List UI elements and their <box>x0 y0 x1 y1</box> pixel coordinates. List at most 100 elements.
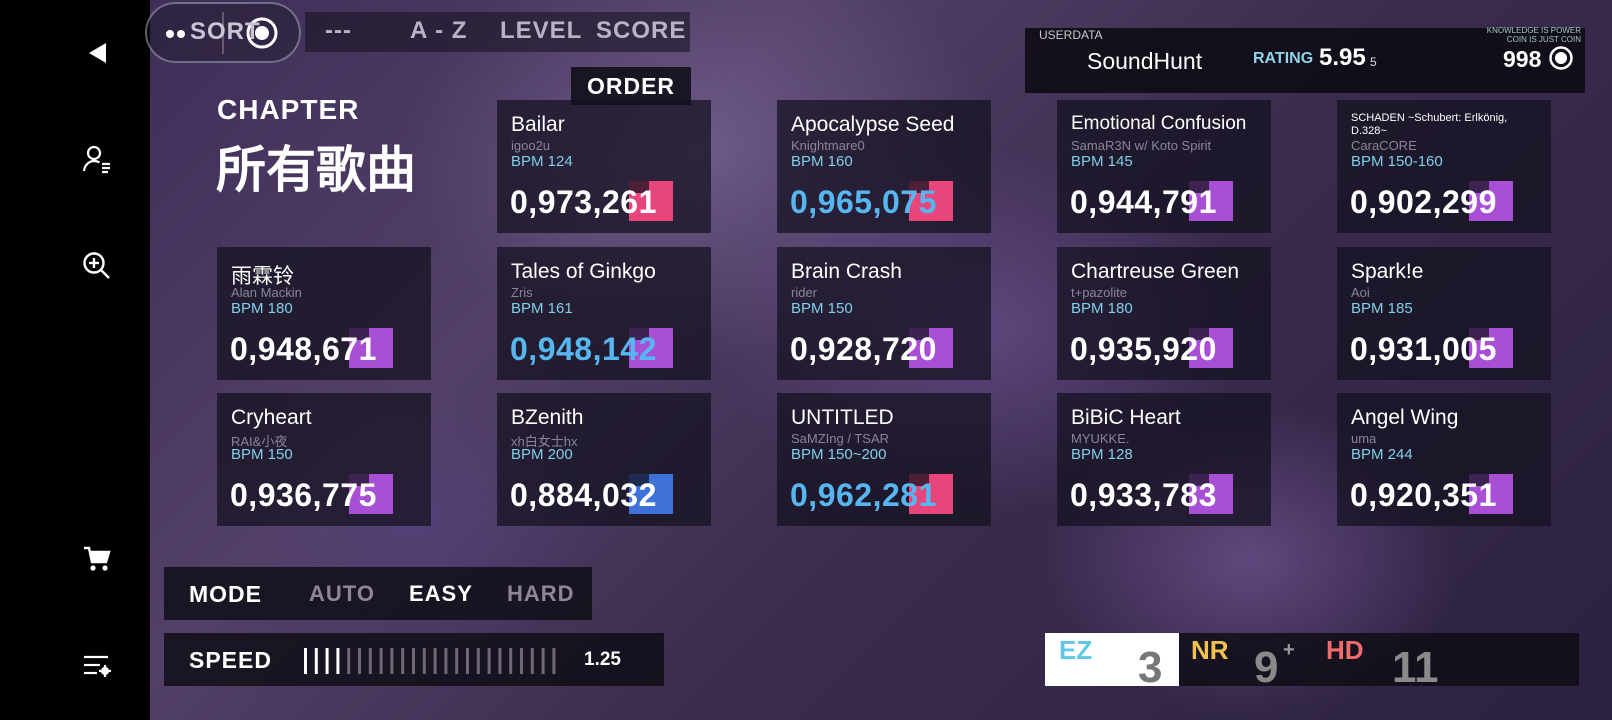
song-bpm: BPM 160 <box>791 153 853 170</box>
speed-slider[interactable] <box>302 647 564 675</box>
speed-tick <box>530 648 534 674</box>
song-card[interactable]: 雨霖铃 Alan Mackin BPM 180 0,948,671 <box>217 247 431 380</box>
mode-option-hard[interactable]: HARD <box>507 581 575 607</box>
difficulty-nr-label[interactable]: NR <box>1191 635 1229 666</box>
song-artist: CaraCORE <box>1351 138 1417 153</box>
speed-tick <box>412 648 415 674</box>
rating-subvalue: 5 <box>1370 55 1377 69</box>
search-zoom-icon[interactable] <box>72 241 122 291</box>
speed-value: 1.25 <box>584 649 621 670</box>
speed-tick <box>455 648 459 674</box>
song-score: 0,948,142 <box>510 331 657 367</box>
sidebar <box>0 0 150 720</box>
song-card[interactable]: UNTITLED SaMZIng / TSAR BPM 150~200 0,96… <box>777 393 991 526</box>
speed-tick <box>433 648 437 674</box>
mode-option-auto[interactable]: AUTO <box>309 581 375 607</box>
difficulty-nr-plus: + <box>1283 639 1295 661</box>
song-card[interactable]: Spark!e Aoi BPM 185 0,931,005 <box>1337 247 1551 380</box>
tab-a-z[interactable]: A - Z <box>410 17 467 45</box>
speed-tick <box>325 648 329 674</box>
song-card[interactable]: Brain Crash rider BPM 150 0,928,720 <box>777 247 991 380</box>
speed-label: SPEED <box>189 647 272 673</box>
difficulty-ez[interactable]: EZ 3 <box>1045 633 1179 692</box>
song-bpm: BPM 244 <box>1351 446 1413 463</box>
song-score: 0,962,281 <box>790 477 937 513</box>
song-title: UNTITLED <box>791 406 894 429</box>
speed-tick <box>520 648 523 674</box>
motto-line-2: COIN IS JUST COIN <box>1506 35 1581 44</box>
speed-tick <box>541 648 545 674</box>
speed-tick <box>368 648 372 674</box>
speed-tick <box>336 648 340 674</box>
song-card[interactable]: Bailar igoo2u BPM 124 0,973,261 <box>497 100 711 233</box>
song-title: Bailar <box>511 113 565 136</box>
speed-tick <box>466 648 469 674</box>
song-bpm: BPM 180 <box>1071 300 1133 317</box>
song-score: 0,928,720 <box>790 331 937 367</box>
speed-tick <box>304 648 307 674</box>
song-bpm: BPM 150 <box>791 300 853 317</box>
song-bpm: BPM 124 <box>511 153 573 170</box>
song-title: Spark!e <box>1351 260 1424 283</box>
song-artist: SamaR3N w/ Koto Spirit <box>1071 138 1212 153</box>
song-bpm: BPM 150~200 <box>791 446 887 463</box>
song-score: 0,884,032 <box>510 477 657 513</box>
difficulty-hd-label[interactable]: HD <box>1326 635 1364 666</box>
song-artist: igoo2u <box>511 138 551 153</box>
song-card[interactable]: Angel Wing uma BPM 244 0,920,351 <box>1337 393 1551 526</box>
song-title: SCHADEN ~Schubert: Erlkönig, D.328~ <box>1351 112 1508 137</box>
song-artist: t+pazolite <box>1071 285 1128 300</box>
back-arrow-icon[interactable] <box>72 28 122 78</box>
song-bpm: BPM 128 <box>1071 446 1133 463</box>
difficulty-ez-label: EZ <box>1059 635 1093 665</box>
motto: KNOWLEDGE IS POWER COIN IS JUST COIN <box>1487 26 1581 44</box>
song-artist: Knightmare0 <box>791 138 865 153</box>
settings-list-icon[interactable] <box>72 641 122 691</box>
account-icon[interactable] <box>72 134 122 184</box>
difficulty-nr-level: 9 <box>1254 643 1279 692</box>
song-score: 0,936,775 <box>230 477 377 513</box>
tab-level[interactable]: LEVEL <box>500 17 582 45</box>
speed-tick <box>552 648 556 674</box>
song-card[interactable]: Chartreuse Green t+pazolite BPM 180 0,93… <box>1057 247 1271 380</box>
song-card[interactable]: BZenith xh白女士hx BPM 200 0,884,032 <box>497 393 711 526</box>
tab-score[interactable]: SCORE <box>596 17 686 45</box>
difficulty-ez-level: 3 <box>1138 643 1163 692</box>
speed-tick <box>314 648 318 674</box>
song-score: 0,948,671 <box>230 331 377 367</box>
speed-tick <box>487 648 491 674</box>
speed-tick <box>444 648 448 674</box>
cart-icon[interactable] <box>72 534 122 584</box>
mode-label: MODE <box>189 581 262 607</box>
speed-tick <box>401 648 405 674</box>
song-artist: SaMZIng / TSAR <box>791 431 890 446</box>
speed-tick <box>509 648 513 674</box>
userdata-panel: USERDATA SoundHunt RATING 5.95 5 KNOWLED… <box>1025 26 1585 93</box>
song-card[interactable]: Apocalypse Seed Knightmare0 BPM 160 0,96… <box>777 100 991 233</box>
speed-tick <box>422 648 426 674</box>
song-card[interactable]: SCHADEN ~Schubert: Erlkönig, D.328~ Cara… <box>1337 100 1551 233</box>
mode-option-easy[interactable]: EASY <box>409 581 473 607</box>
song-bpm: BPM 150 <box>231 446 293 463</box>
song-bpm: BPM 150-160 <box>1351 153 1443 170</box>
speed-tick <box>379 648 383 674</box>
sort-label: SORT <box>190 18 261 45</box>
song-card[interactable]: Tales of Ginkgo Zris BPM 161 0,948,142 <box>497 247 711 380</box>
song-score: 0,973,261 <box>510 184 657 220</box>
song-title: Tales of Ginkgo <box>511 260 656 283</box>
coin-count: 998 <box>1503 46 1542 72</box>
tab-none[interactable]: --- <box>325 17 352 45</box>
song-bpm: BPM 180 <box>231 300 293 317</box>
song-card[interactable]: BiBiC Heart MYUKKE. BPM 128 0,933,783 <box>1057 393 1271 526</box>
song-title: Apocalypse Seed <box>791 113 955 136</box>
song-artist: rider <box>791 285 818 300</box>
coin-icon <box>1549 46 1573 70</box>
speed-tick <box>476 648 480 674</box>
motto-line-1: KNOWLEDGE IS POWER <box>1486 26 1581 35</box>
speed-tick <box>390 648 394 674</box>
song-card[interactable]: Emotional Confusion SamaR3N w/ Koto Spir… <box>1057 100 1271 233</box>
username: SoundHunt <box>1087 48 1203 74</box>
song-bpm: BPM 161 <box>511 300 573 317</box>
song-card[interactable]: Cryheart RAI&小夜 BPM 150 0,936,775 <box>217 393 431 526</box>
difficulty-hd-level: 11 <box>1392 643 1439 692</box>
